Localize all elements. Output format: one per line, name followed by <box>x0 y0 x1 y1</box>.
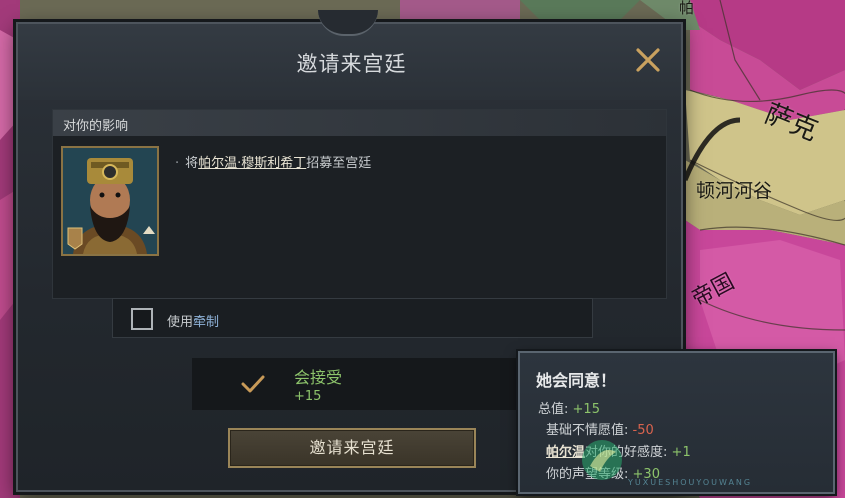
use-hook-option[interactable]: 使用牵制 <box>112 298 593 338</box>
effect-bullet: · <box>175 156 180 171</box>
map-region-label: 帕 <box>679 0 695 17</box>
watermark-text: YUXUESHOUYOUWANG <box>628 478 753 487</box>
character-name-link[interactable]: 帕尔温·穆斯利希丁 <box>198 156 306 171</box>
tooltip-total-row: 总值: +15 <box>538 398 600 417</box>
effect-header-label: 对你的影响 <box>63 119 129 134</box>
character-portrait[interactable] <box>61 146 159 256</box>
effect-header: 对你的影响 <box>53 110 666 136</box>
effect-panel: 对你的影响 · 将帕尔温·穆斯利希丁招募至宫廷 <box>52 109 667 299</box>
acceptance-score: +15 <box>294 389 322 404</box>
use-hook-label-prefix: 使用 <box>167 315 194 330</box>
hook-link[interactable]: 牵制 <box>193 315 219 330</box>
map-region-label: 顿河河谷 <box>696 180 773 202</box>
checkmark-icon <box>241 375 265 393</box>
acceptance-indicator: 会接受 +15 <box>192 358 520 410</box>
site-watermark: YUXUESHOUYOUWANG <box>570 434 835 494</box>
character-portrait-image <box>63 148 157 254</box>
effect-prefix: 将 <box>185 156 199 171</box>
tooltip-total-value: +15 <box>572 402 600 417</box>
close-icon <box>636 48 660 72</box>
effect-description: · 将帕尔温·穆斯利希丁招募至宫廷 <box>175 152 371 171</box>
use-hook-label: 使用牵制 <box>167 311 219 330</box>
acceptance-title: 会接受 <box>294 368 343 387</box>
effect-suffix: 招募至宫廷 <box>306 156 372 171</box>
tooltip-total-label: 总值: <box>538 402 569 417</box>
use-hook-checkbox[interactable] <box>131 308 153 330</box>
close-button[interactable] <box>632 44 664 76</box>
tooltip-title: 她会同意！ <box>536 371 617 390</box>
watermark-logo-icon <box>582 440 622 480</box>
dialog-title: 邀请来宫廷 <box>296 52 407 76</box>
invite-to-court-button[interactable]: 邀请来宫廷 <box>228 428 476 468</box>
